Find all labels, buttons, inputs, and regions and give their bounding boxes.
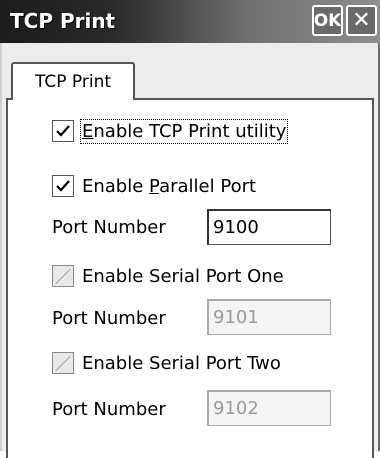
- enable-utility-label: Enable TCP Print utility: [79, 118, 289, 144]
- title-bar: TCP Print OK ✕: [0, 0, 380, 43]
- checkmark-icon: [56, 125, 70, 137]
- enable-serial-two-row[interactable]: Enable Serial Port Two: [52, 352, 281, 374]
- enable-serial-one-label: Enable Serial Port One: [82, 265, 284, 287]
- enable-serial-two-checkbox[interactable]: [52, 352, 74, 374]
- checkmark-icon: [56, 180, 70, 192]
- serial-two-port-input: [207, 390, 331, 426]
- serial-two-port-number-label: Port Number: [52, 399, 166, 420]
- enable-serial-one-checkbox[interactable]: [52, 265, 74, 287]
- parallel-port-number-label: Port Number: [52, 217, 166, 238]
- enable-serial-two-label: Enable Serial Port Two: [82, 352, 281, 374]
- tab-panel: Enable TCP Print utility Enable Parallel…: [6, 98, 374, 458]
- parallel-port-input[interactable]: [207, 209, 331, 245]
- enable-serial-one-row[interactable]: Enable Serial Port One: [52, 265, 284, 287]
- window-title: TCP Print: [10, 9, 116, 33]
- enable-parallel-mnemonic: P: [149, 175, 160, 197]
- dialog-content: TCP Print Enable TCP Print utility Enabl…: [0, 43, 380, 458]
- enable-utility-row[interactable]: Enable TCP Print utility: [52, 118, 289, 144]
- enable-parallel-label: Enable Parallel Port: [82, 176, 256, 197]
- enable-parallel-text-pre: Enable: [82, 175, 150, 197]
- serial-one-port-number-label: Port Number: [52, 308, 166, 329]
- serial-one-port-input: [207, 299, 331, 335]
- tcp-print-window: TCP Print OK ✕ TCP Print Enable TCP Prin…: [0, 0, 380, 458]
- ok-button[interactable]: OK: [312, 5, 343, 36]
- enable-utility-checkbox[interactable]: [52, 120, 74, 142]
- tab-tcp-print[interactable]: TCP Print: [11, 62, 135, 100]
- enable-utility-text: nable TCP Print utility: [93, 120, 287, 142]
- close-icon: ✕: [352, 8, 371, 33]
- close-button[interactable]: ✕: [346, 5, 377, 36]
- enable-parallel-row[interactable]: Enable Parallel Port: [52, 175, 256, 197]
- enable-parallel-checkbox[interactable]: [52, 175, 74, 197]
- enable-parallel-text-post: arallel Port: [159, 175, 257, 197]
- enable-utility-mnemonic: E: [82, 120, 94, 142]
